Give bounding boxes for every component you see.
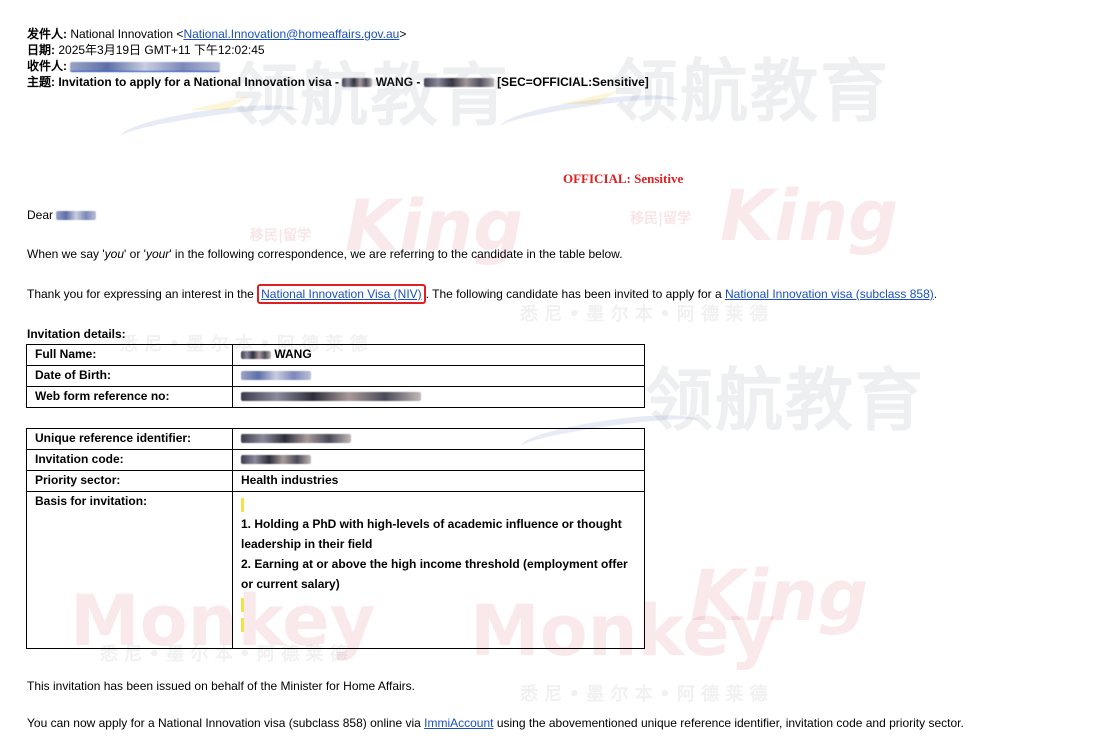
watermark-text: King bbox=[690, 555, 869, 637]
footer2-text: You can now apply for a National Innovat… bbox=[27, 716, 425, 730]
to-row: 收件人: bbox=[27, 58, 649, 74]
uri-value bbox=[232, 428, 645, 450]
footer2-text: using the abovementioned unique referenc… bbox=[493, 716, 964, 730]
dob-value bbox=[232, 365, 645, 387]
basis-label: Basis for invitation: bbox=[26, 491, 233, 649]
basis-spacer bbox=[241, 594, 636, 614]
footer-apply: You can now apply for a National Innovat… bbox=[27, 716, 964, 730]
subject-suffix: [SEC=OFFICIAL:Sensitive] bbox=[497, 75, 649, 89]
webform-redacted bbox=[241, 392, 421, 402]
para2-text: . The following candidate has been invit… bbox=[425, 287, 725, 301]
subject-prefix: Invitation to apply for a National Innov… bbox=[58, 75, 343, 89]
para1-text: ' or ' bbox=[124, 247, 146, 261]
watermark-text: 移民|留学 bbox=[630, 211, 692, 227]
yellow-marker bbox=[241, 617, 244, 632]
from-label: 发件人: bbox=[27, 27, 67, 41]
from-row: 发件人: National Innovation <National.Innov… bbox=[27, 26, 649, 42]
date-label: 日期: bbox=[27, 43, 55, 57]
watermark-text: 悉 尼 • 墨 尔 本 • 阿 德 莱 德 bbox=[520, 684, 768, 705]
para1-your: your bbox=[145, 247, 170, 261]
niv-link[interactable]: National Innovation Visa (NIV) bbox=[261, 287, 422, 301]
webform-value bbox=[232, 386, 645, 408]
watermark-swoosh bbox=[498, 87, 682, 141]
code-value bbox=[232, 449, 645, 471]
date-row: 日期: 2025年3月19日 GMT+11 下午12:02:45 bbox=[27, 42, 649, 58]
para2-text: Thank you for expressing an interest in … bbox=[27, 287, 258, 301]
table-row: Unique reference identifier: bbox=[26, 428, 645, 450]
invitation-heading: Invitation details: bbox=[27, 327, 126, 341]
para1-you: you bbox=[104, 247, 125, 261]
subject-row: 主题: Invitation to apply for a National I… bbox=[27, 74, 649, 90]
webform-label: Web form reference no: bbox=[26, 386, 233, 408]
para2-text: . bbox=[933, 287, 938, 301]
sector-value: Health industries bbox=[232, 470, 645, 492]
to-redacted[interactable] bbox=[70, 61, 221, 72]
date-value: 2025年3月19日 GMT+11 下午12:02:45 bbox=[58, 43, 265, 57]
basis-spacer bbox=[241, 614, 636, 634]
paragraph-thanks: Thank you for expressing an interest in … bbox=[27, 284, 938, 304]
basis-value: 1. Holding a PhD with high-levels of aca… bbox=[232, 491, 645, 649]
full-name-value: WANG bbox=[232, 344, 645, 366]
yellow-marker bbox=[241, 597, 244, 612]
niv-highlight-box: National Innovation Visa (NIV) bbox=[257, 284, 426, 304]
watermark-text: King bbox=[720, 175, 899, 257]
paragraph-definition: When we say 'you' or 'your' in the follo… bbox=[27, 247, 623, 261]
immiaccount-link[interactable]: ImmiAccount bbox=[424, 716, 493, 730]
watermark-text: 移民|留学 bbox=[250, 228, 312, 244]
name-redacted bbox=[241, 350, 271, 359]
sector-label: Priority sector: bbox=[26, 470, 233, 492]
greeting: Dear bbox=[27, 208, 97, 222]
subject-redacted-2 bbox=[423, 78, 494, 88]
invitation-table: Unique reference identifier: Invitation … bbox=[26, 428, 645, 649]
subject-label: 主题: bbox=[27, 75, 55, 89]
full-name-label: Full Name: bbox=[26, 344, 233, 366]
from-name: National Innovation < bbox=[70, 27, 184, 41]
table-row: Full Name: WANG bbox=[26, 344, 645, 366]
greeting-text: Dear bbox=[27, 208, 54, 222]
footer-minister: This invitation has been issued on behal… bbox=[27, 679, 415, 693]
para1-text: When we say ' bbox=[27, 247, 105, 261]
table-row: Date of Birth: bbox=[26, 365, 645, 387]
uri-redacted bbox=[241, 434, 351, 444]
subject-redacted-1 bbox=[342, 78, 373, 88]
subject-name: WANG - bbox=[375, 75, 424, 89]
basis-item-2: 2. Earning at or above the high income t… bbox=[241, 557, 628, 591]
basis-spacer bbox=[241, 494, 636, 514]
full-name-text: WANG bbox=[274, 347, 312, 361]
uri-label: Unique reference identifier: bbox=[26, 428, 233, 450]
subclass-858-link[interactable]: National Innovation visa (subclass 858) bbox=[725, 287, 934, 301]
from-email-link[interactable]: National.Innovation@homeaffairs.gov.au bbox=[183, 27, 399, 41]
email-header: 发件人: National Innovation <National.Innov… bbox=[27, 26, 649, 90]
dob-label: Date of Birth: bbox=[26, 365, 233, 387]
from-close: > bbox=[399, 27, 407, 41]
table-row: Web form reference no: bbox=[26, 386, 645, 408]
table-row: Basis for invitation: 1. Holding a PhD w… bbox=[26, 491, 645, 649]
table-row: Priority sector: Health industries bbox=[26, 470, 645, 492]
classification-label: OFFICIAL: Sensitive bbox=[563, 171, 684, 186]
watermark-text: 领航教育 bbox=[610, 53, 891, 132]
code-label: Invitation code: bbox=[26, 449, 233, 471]
greeting-redacted bbox=[56, 211, 97, 221]
watermark-text: 悉 尼 • 墨 尔 本 • 阿 德 莱 德 bbox=[520, 304, 768, 325]
basis-item-1: 1. Holding a PhD with high-levels of aca… bbox=[241, 517, 622, 551]
code-redacted bbox=[241, 455, 311, 465]
candidate-table: Full Name: WANG Date of Birth: Web form … bbox=[26, 344, 645, 408]
dob-redacted bbox=[241, 371, 311, 381]
table-row: Invitation code: bbox=[26, 449, 645, 471]
to-label: 收件人: bbox=[27, 59, 67, 73]
para1-text: ' in the following correspondence, we ar… bbox=[169, 247, 623, 261]
yellow-marker bbox=[241, 497, 244, 512]
